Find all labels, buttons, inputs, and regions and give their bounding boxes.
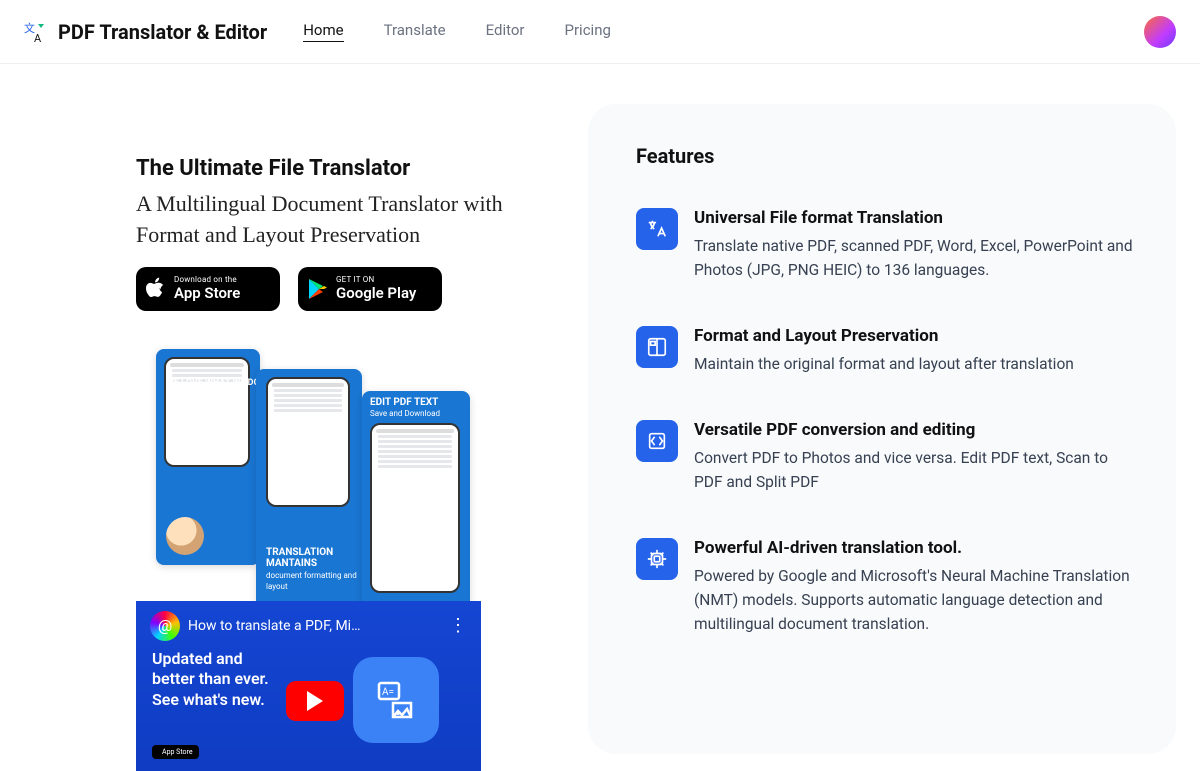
ai-chip-icon xyxy=(636,538,678,580)
feature-item-convert: Versatile PDF conversion and editing Con… xyxy=(636,420,1136,494)
layout-icon xyxy=(636,326,678,368)
svg-text:A=: A= xyxy=(382,687,394,698)
feature-title: Format and Layout Preservation xyxy=(694,326,1136,346)
feature-title: Versatile PDF conversion and editing xyxy=(694,420,1136,440)
collage-shot-1: WE LOVE WHAT WE DO AND SO SHOULD Y xyxy=(156,349,260,565)
convert-icon xyxy=(636,420,678,462)
play-button[interactable] xyxy=(286,681,344,721)
feature-item-translation: Universal File format Translation Transl… xyxy=(636,208,1136,282)
translate-icon xyxy=(636,208,678,250)
app-store-text: Download on the App Store xyxy=(174,276,240,301)
apple-icon xyxy=(146,277,166,301)
nav-link-pricing[interactable]: Pricing xyxy=(565,21,611,42)
hero-column: The Ultimate File Translator A Multiling… xyxy=(0,64,588,771)
feature-desc: Maintain the original format and layout … xyxy=(694,352,1136,376)
video-title: How to translate a PDF, Mi… xyxy=(188,618,360,634)
brand-block[interactable]: 文A PDF Translator & Editor xyxy=(24,20,267,44)
screenshot-collage: WE LOVE WHAT WE DO AND SO SHOULD Y TRANS… xyxy=(136,347,466,587)
top-nav: 文A PDF Translator & Editor Home Translat… xyxy=(0,0,1200,64)
video-body-text: Updated and better than ever. See what's… xyxy=(152,649,269,711)
play-icon xyxy=(307,691,323,711)
feature-desc: Translate native PDF, scanned PDF, Word,… xyxy=(694,234,1136,282)
nav-link-home[interactable]: Home xyxy=(303,21,343,42)
feature-desc: Powered by Google and Microsoft's Neural… xyxy=(694,564,1136,636)
youtube-logo-icon: @ xyxy=(150,611,180,641)
collage-shot-3: EDIT PDF TEXT Save and Download xyxy=(362,391,470,611)
app-logo-icon: 文A xyxy=(24,20,48,44)
feature-title: Powerful AI-driven translation tool. xyxy=(694,538,1136,558)
nav-link-translate[interactable]: Translate xyxy=(384,21,446,42)
video-menu-icon[interactable]: ⋮ xyxy=(449,615,467,636)
google-play-text: GET IT ON Google Play xyxy=(336,276,416,301)
promo-video[interactable]: @ How to translate a PDF, Mi… ⋮ Updated … xyxy=(136,601,481,771)
store-badges: Download on the App Store GET IT ON Goog… xyxy=(136,267,556,311)
nav-links: Home Translate Editor Pricing xyxy=(303,21,611,42)
video-app-icon: A= xyxy=(353,657,439,743)
svg-text:A: A xyxy=(34,32,42,44)
collage-shot-2: TRANSLATION MANTAINSdocument formatting … xyxy=(256,369,362,609)
brand-name: PDF Translator & Editor xyxy=(58,20,267,44)
feature-title: Universal File format Translation xyxy=(694,208,1136,228)
hero-headline: The Ultimate File Translator xyxy=(136,156,556,181)
feature-item-ai: Powerful AI-driven translation tool. Pow… xyxy=(636,538,1136,636)
user-avatar[interactable] xyxy=(1144,16,1176,48)
app-store-badge[interactable]: Download on the App Store xyxy=(136,267,280,311)
feature-item-layout: Format and Layout Preservation Maintain … xyxy=(636,326,1136,376)
nav-link-editor[interactable]: Editor xyxy=(486,21,525,42)
hero-subhead: A Multilingual Document Translator with … xyxy=(136,189,556,251)
features-title: Features xyxy=(636,144,1136,168)
feature-desc: Convert PDF to Photos and vice versa. Ed… xyxy=(694,446,1136,494)
google-play-badge[interactable]: GET IT ON Google Play xyxy=(298,267,442,311)
google-play-icon xyxy=(308,278,328,300)
features-panel: Features Universal File format Translati… xyxy=(588,104,1176,754)
video-mini-app-store-badge: App Store xyxy=(152,745,199,759)
